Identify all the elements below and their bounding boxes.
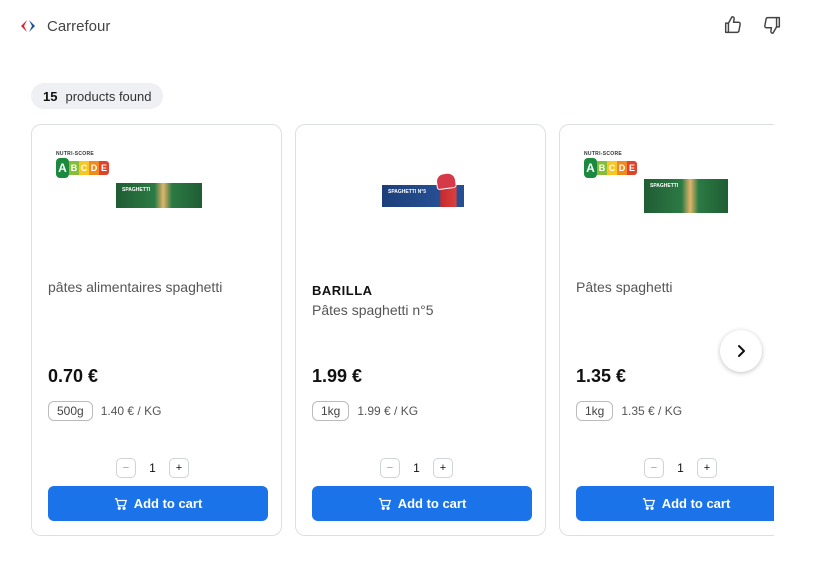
nutriscore-e: E <box>99 161 109 175</box>
product-meta: 1kg 1.35 € / KG <box>576 401 682 421</box>
decrease-button[interactable]: − <box>644 458 664 478</box>
add-to-cart-button[interactable]: Add to cart <box>312 486 532 521</box>
product-image: SPAGHETTI N°5 <box>312 143 532 253</box>
package-image: SPAGHETTI N°5 <box>382 185 464 207</box>
quantity-stepper: − 1 + <box>116 458 189 478</box>
cart-icon <box>114 497 127 510</box>
product-weight: 1kg <box>312 401 350 421</box>
chevron-right-icon <box>738 345 745 357</box>
product-price: 1.35 € <box>576 366 627 386</box>
brand: Carrefour <box>18 16 110 36</box>
product-meta: 1kg 1.99 € / KG <box>312 401 418 421</box>
nutriscore-badge: NUTRI-SCORE A B C D E <box>584 151 637 178</box>
unit-price: 1.99 € / KG <box>357 404 419 418</box>
increase-button[interactable]: + <box>697 458 717 478</box>
brand-heart-logo <box>434 171 458 191</box>
decrease-button[interactable]: − <box>116 458 136 478</box>
nutriscore-b: B <box>69 161 79 175</box>
product-card[interactable]: SPAGHETTI N°5 BARILLA Pâtes spaghetti n°… <box>295 124 546 536</box>
product-meta: 500g 1.40 € / KG <box>48 401 161 421</box>
brand-name: Carrefour <box>47 17 111 35</box>
results-count-chip: 15 products found <box>31 83 164 109</box>
nutriscore-d: D <box>617 161 627 175</box>
product-price: 1.99 € <box>312 366 363 386</box>
product-image: NUTRI-SCORE A B C D E SPAGHETTI <box>576 143 774 253</box>
thumbs-up-icon[interactable] <box>722 14 744 36</box>
carousel-next-button[interactable] <box>720 330 762 372</box>
nutriscore-e: E <box>627 161 637 175</box>
unit-price: 1.35 € / KG <box>621 404 683 418</box>
carrefour-logo-icon <box>21 20 35 32</box>
quantity-stepper: − 1 + <box>380 458 453 478</box>
unit-price: 1.40 € / KG <box>100 404 162 418</box>
package-image: SPAGHETTI <box>644 179 728 213</box>
add-to-cart-label: Add to cart <box>661 496 731 511</box>
package-image: SPAGHETTI <box>116 183 202 208</box>
product-brand: BARILLA <box>312 283 373 298</box>
product-title: pâtes alimentaires spaghetti <box>48 279 223 295</box>
add-to-cart-label: Add to cart <box>397 496 467 511</box>
results-count: 15 <box>43 88 58 104</box>
cart-icon <box>642 497 655 510</box>
product-title: Pâtes spaghetti n°5 <box>312 302 434 318</box>
product-price: 0.70 € <box>48 366 99 386</box>
nutriscore-badge: NUTRI-SCORE A B C D E <box>56 151 109 178</box>
add-to-cart-button[interactable]: Add to cart <box>48 486 268 521</box>
product-image: NUTRI-SCORE A B C D E SPAGHETTI <box>48 143 268 253</box>
product-carousel: NUTRI-SCORE A B C D E SPAGHETTI pâtes al… <box>0 124 774 544</box>
thumbs-down-icon[interactable] <box>761 14 783 36</box>
increase-button[interactable]: + <box>169 458 189 478</box>
nutriscore-c: C <box>79 161 89 175</box>
product-title: Pâtes spaghetti <box>576 279 673 295</box>
nutriscore-title: NUTRI-SCORE <box>56 151 95 157</box>
results-label: products found <box>65 88 152 104</box>
nutriscore-title: NUTRI-SCORE <box>584 151 623 157</box>
increase-button[interactable]: + <box>433 458 453 478</box>
decrease-button[interactable]: − <box>380 458 400 478</box>
quantity-value: 1 <box>149 461 156 475</box>
quantity-stepper: − 1 + <box>644 458 717 478</box>
product-weight: 1kg <box>576 401 614 421</box>
nutriscore-c: C <box>607 161 617 175</box>
nutriscore-a: A <box>584 158 597 178</box>
quantity-value: 1 <box>413 461 420 475</box>
nutriscore-b: B <box>597 161 607 175</box>
add-to-cart-label: Add to cart <box>133 496 203 511</box>
nutriscore-d: D <box>89 161 99 175</box>
product-weight: 500g <box>48 401 93 421</box>
add-to-cart-button[interactable]: Add to cart <box>576 486 774 521</box>
header: Carrefour <box>0 0 824 54</box>
product-card[interactable]: NUTRI-SCORE A B C D E SPAGHETTI pâtes al… <box>31 124 282 536</box>
quantity-value: 1 <box>677 461 684 475</box>
nutriscore-a: A <box>56 158 69 178</box>
cart-icon <box>378 497 391 510</box>
